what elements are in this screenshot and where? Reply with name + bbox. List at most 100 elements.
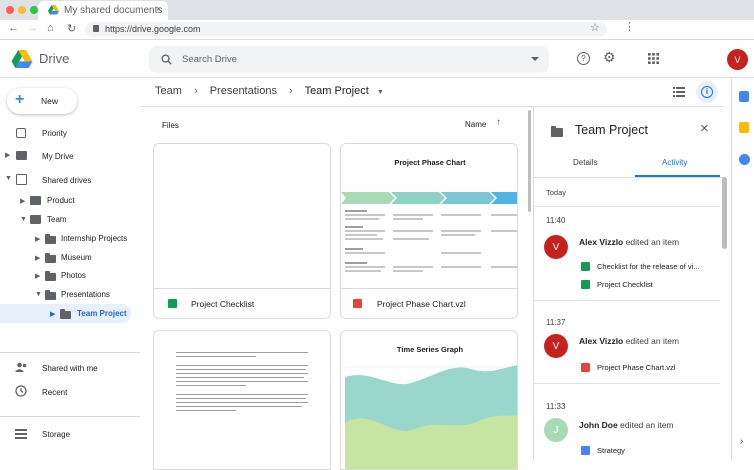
tree-item-team-project[interactable]: ▶ Team Project [0, 304, 131, 323]
file-card-time-series-graph[interactable]: Time Series Graph [340, 330, 518, 470]
sidebar-item-label: Recent [42, 387, 68, 397]
keep-icon[interactable] [739, 122, 749, 133]
search-bar[interactable]: Search Drive [149, 46, 549, 73]
tree-item-internship-projects[interactable]: ▶ Internship Projects [0, 229, 140, 248]
activity-date-label: Today [546, 188, 567, 197]
breadcrumb-item[interactable]: Presentations [210, 85, 277, 97]
activity-file-link[interactable]: Project Phase Chart.vzl [597, 363, 675, 372]
sidebar-item-shared-with-me[interactable]: Shared with me [0, 357, 140, 379]
phase-text-line [345, 214, 385, 216]
collapse-caret-icon[interactable]: ▼ [5, 175, 12, 182]
settings-gear-icon[interactable]: ⚙ [603, 49, 616, 66]
time-series-title: Time Series Graph [396, 345, 464, 354]
close-panel-icon[interactable]: × [700, 120, 709, 137]
tabs-divider [534, 177, 724, 178]
sidebar-item-storage[interactable]: Storage [0, 423, 140, 445]
activity-file-link[interactable]: Checklist for the release of vi... [597, 262, 700, 271]
expand-caret-icon[interactable]: ▶ [50, 310, 55, 318]
activity-file-link[interactable]: Strategy [597, 446, 625, 455]
phase-chart-title: Project Phase Chart [394, 158, 466, 167]
activity-user: Alex Vizzlo [579, 336, 624, 346]
expand-caret-icon[interactable]: ▶ [5, 151, 10, 159]
tree-item-photos[interactable]: ▶ Photos [0, 266, 140, 285]
tab-details[interactable]: Details [573, 158, 597, 167]
activity-scrollbar[interactable] [722, 177, 727, 249]
tree-item-presentations[interactable]: ▼ Presentations [0, 285, 140, 304]
sidebar-item-shared-drives[interactable]: ▼ Shared drives [0, 169, 140, 191]
folder-icon [60, 309, 71, 319]
expand-caret-icon[interactable]: ▶ [35, 254, 40, 262]
sidebar-item-recent[interactable]: Recent [0, 381, 140, 403]
details-toggle-button[interactable]: i [696, 81, 718, 103]
bookmark-star-icon[interactable]: ☆ [590, 21, 600, 34]
home-icon[interactable]: ⌂ [47, 22, 54, 34]
breadcrumb-current[interactable]: Team Project [305, 85, 369, 97]
sidebar-item-my-drive[interactable]: ▶ My Drive [0, 145, 140, 167]
phase-text-line [491, 266, 517, 268]
file-card-project-phase-chart[interactable]: Project Phase Chart Project Phase Chart.… [340, 143, 518, 319]
phase-text-line [441, 230, 481, 232]
sidebar-item-priority[interactable]: Priority [0, 122, 140, 144]
activity-file-link[interactable]: Project Checklist [597, 280, 653, 289]
sidebar-item-label: Storage [42, 429, 71, 439]
forward-icon[interactable]: → [27, 22, 38, 34]
doc-text-line [176, 356, 256, 357]
tree-item-team[interactable]: ▼ Team [0, 210, 140, 229]
drive-logo-icon[interactable] [11, 50, 33, 69]
file-card-document[interactable] [153, 330, 331, 470]
help-icon[interactable]: ? [577, 52, 590, 65]
collapse-caret-icon[interactable]: ▼ [20, 216, 27, 223]
user-avatar: V [544, 235, 568, 259]
minimize-window-icon[interactable] [18, 6, 26, 14]
maximize-window-icon[interactable] [30, 6, 38, 14]
expand-caret-icon[interactable]: ▶ [20, 197, 25, 205]
sort-by-name-button[interactable]: Name [465, 120, 486, 129]
folder-icon [45, 290, 56, 300]
doc-text-line [176, 381, 308, 382]
expand-side-panel-icon[interactable]: › [740, 436, 743, 447]
list-view-icon[interactable] [673, 87, 685, 97]
expand-caret-icon[interactable]: ▶ [35, 235, 40, 243]
info-icon: i [701, 86, 713, 98]
activity-action: edited an item [625, 237, 680, 247]
plus-icon: + [15, 91, 25, 108]
search-options-icon[interactable] [531, 57, 539, 61]
sort-direction-up-icon[interactable]: ↑ [496, 117, 501, 128]
tree-item-product[interactable]: ▶ Product [0, 191, 140, 210]
breadcrumb-item[interactable]: Team [155, 85, 182, 97]
shared-with-me-icon [15, 362, 27, 372]
user-avatar: V [544, 334, 568, 358]
expand-caret-icon[interactable]: ▶ [35, 272, 40, 280]
activity-divider [534, 206, 720, 207]
address-bar[interactable]: https://drive.google.com [85, 22, 607, 37]
tasks-icon[interactable] [739, 154, 750, 165]
search-input[interactable]: Search Drive [182, 54, 237, 65]
doc-text-line [176, 398, 306, 399]
close-tab-icon[interactable]: × [156, 4, 161, 14]
file-card-project-checklist[interactable]: Project Checklist [153, 143, 331, 319]
collapse-caret-icon[interactable]: ▼ [35, 291, 42, 298]
new-button[interactable]: + New [7, 88, 77, 114]
apps-grid-icon[interactable] [648, 53, 659, 64]
calendar-icon[interactable] [739, 91, 749, 102]
browser-menu-icon[interactable]: ⋮ [624, 20, 635, 33]
back-icon[interactable]: ← [8, 22, 19, 34]
tab-activity[interactable]: Activity [662, 158, 687, 167]
close-window-icon[interactable] [6, 6, 14, 14]
activity-divider [534, 383, 720, 384]
sidebar-item-label: Shared drives [42, 175, 92, 185]
tree-item-museum[interactable]: ▶ Museum [0, 248, 140, 267]
reload-icon[interactable]: ↻ [67, 22, 76, 35]
shared-drives-icon [16, 174, 27, 185]
breadcrumb-dropdown-icon[interactable]: ▼ [377, 89, 384, 96]
account-avatar[interactable]: V [727, 49, 748, 70]
files-scrollbar[interactable] [528, 110, 531, 212]
activity-time: 11:37 [546, 318, 566, 327]
phase-text-line [441, 266, 481, 268]
phase-text-line [345, 252, 385, 254]
folder-icon [45, 253, 56, 263]
sheets-icon [581, 280, 590, 289]
activity-action: edited an item [620, 420, 674, 430]
browser-tab[interactable]: My shared documents × [38, 1, 168, 20]
doc-text-line [176, 410, 236, 411]
